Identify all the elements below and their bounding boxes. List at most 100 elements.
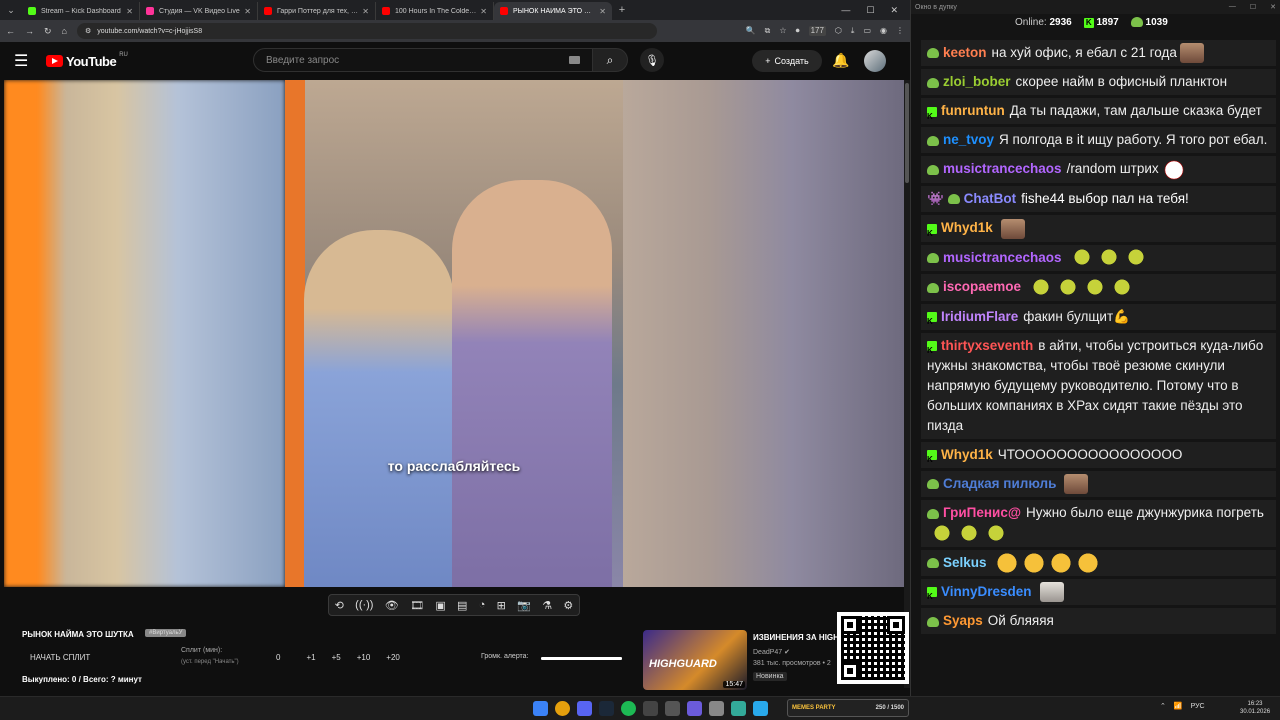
download-icon[interactable]: ⤓ — [851, 26, 855, 36]
plus-5-button[interactable]: +5 — [332, 653, 341, 662]
browser-tab[interactable]: Гарри Поттер для тех, кто вы… ✕ — [258, 2, 376, 20]
chat-username[interactable]: VinnyDresden — [941, 584, 1032, 599]
minimize-icon[interactable]: — — [841, 5, 850, 16]
recommended-channel[interactable]: DeadP47 ✔ — [753, 648, 790, 656]
app-icon[interactable] — [687, 701, 702, 716]
chrome-icon[interactable] — [555, 701, 570, 716]
browser-tab[interactable]: Stream – Kick Dashboard ✕ — [22, 2, 140, 20]
language-indicator[interactable]: РУС — [1191, 703, 1205, 710]
telegram-icon[interactable] — [753, 701, 768, 716]
alert-volume-slider[interactable] — [541, 657, 622, 660]
zoom-icon[interactable]: 🔍 — [746, 26, 756, 36]
tab-close-icon[interactable]: ✕ — [126, 7, 133, 16]
kick-badge-icon: K — [927, 587, 937, 601]
chat-username[interactable]: ChatBot — [964, 191, 1017, 206]
plus-1-button[interactable]: +1 — [306, 653, 315, 662]
browser-tab[interactable]: Студия — VK Видео Live ✕ — [140, 2, 258, 20]
chat-username[interactable]: musictrancechaos — [943, 250, 1062, 265]
recommended-title[interactable]: ИЗВИНЕНИЯ ЗА HIGH — [753, 633, 843, 642]
reload-icon[interactable]: ↻ — [44, 26, 52, 37]
screen-icon[interactable]: ▤ — [457, 599, 467, 612]
extensions-icon[interactable]: ⬡ — [835, 26, 842, 36]
bookmark-star-icon[interactable]: ☆ — [779, 26, 786, 36]
chat-username[interactable]: musictrancechaos — [943, 161, 1062, 176]
tab-close-icon[interactable]: ✕ — [362, 7, 369, 16]
audio-wave-icon[interactable]: ((·)) — [355, 599, 373, 611]
chat-username[interactable]: ne_tvoy — [943, 132, 994, 147]
maximize-icon[interactable]: ☐ — [1250, 3, 1256, 11]
tray-chevron-icon[interactable]: ⌃ — [1160, 702, 1166, 710]
tab-search-icon[interactable]: ⌄ — [0, 0, 22, 20]
add-clip-icon[interactable]: ⊞ — [497, 599, 506, 612]
new-tab-button[interactable]: + — [612, 4, 632, 16]
chat-username[interactable]: funruntun — [941, 103, 1005, 118]
split-icon[interactable]: ▭ — [863, 26, 871, 36]
create-button[interactable]: + Создать — [752, 50, 822, 72]
film-icon[interactable]: 🎞 — [410, 599, 424, 612]
spotify-icon[interactable] — [621, 701, 636, 716]
maximize-icon[interactable]: ☐ — [866, 5, 874, 16]
tab-close-icon[interactable]: ✕ — [599, 7, 606, 16]
browser-tab[interactable]: РЫНОК НАЙМА ЭТО ШУТ… ✕ — [494, 2, 612, 20]
youtube-logo[interactable]: YouTube RU — [46, 52, 128, 69]
settings-gear-icon[interactable]: ⚙ — [563, 599, 573, 612]
app-icon[interactable] — [709, 701, 724, 716]
cast-icon[interactable]: ⧉ — [765, 26, 771, 36]
recommended-thumbnail[interactable]: HIGHGUARD 15:47 — [643, 630, 747, 690]
chat-username[interactable]: zloi_bober — [943, 74, 1011, 89]
clock[interactable]: 16:23 30.01.2026 — [1240, 700, 1270, 716]
chat-username[interactable]: Whyd1k — [941, 220, 993, 235]
record-icon[interactable]: ⏺ — [796, 26, 800, 36]
chat-username[interactable]: Whyd1k — [941, 447, 993, 462]
chat-username[interactable]: Syaps — [943, 613, 983, 628]
chat-username[interactable]: Selkus — [943, 555, 987, 570]
video-player[interactable]: то расслабляйтесь — [4, 80, 904, 587]
chat-username[interactable]: Сладкая пилюль — [943, 476, 1056, 491]
loop-icon[interactable]: ⟲ — [335, 599, 344, 612]
url-field[interactable]: ⚙ youtube.com/watch?v=c-jHojjisS8 — [76, 23, 657, 39]
discord-icon[interactable] — [577, 701, 592, 716]
search-input[interactable]: Введите запрос — [253, 48, 593, 72]
keyboard-icon[interactable] — [569, 56, 580, 64]
chat-username[interactable]: iscopaemoe — [943, 279, 1021, 294]
avatar[interactable] — [864, 50, 886, 72]
picture-in-picture-icon[interactable]: ▣ — [435, 599, 445, 612]
close-icon[interactable]: ✕ — [890, 5, 898, 16]
site-info-icon[interactable]: ⚙ — [85, 27, 91, 35]
tab-close-icon[interactable]: ✕ — [480, 7, 487, 16]
app-icon[interactable] — [731, 701, 746, 716]
chat-username[interactable]: thirtyxseventh — [941, 338, 1033, 353]
plus-10-button[interactable]: +10 — [357, 653, 371, 662]
browser-tab[interactable]: 100 Hours In The Coldest City ✕ — [376, 2, 494, 20]
tab-close-icon[interactable]: ✕ — [244, 7, 251, 16]
search-button[interactable]: ⌕ — [592, 48, 628, 72]
scrollbar-thumb[interactable] — [905, 83, 909, 183]
chat-username[interactable]: IridiumFlare — [941, 309, 1018, 324]
app-icon[interactable] — [665, 701, 680, 716]
home-icon[interactable]: ⌂ — [62, 26, 67, 36]
menu-dots-icon[interactable]: ⋮ — [896, 26, 904, 36]
memes-party-widget[interactable]: MEMES PARTY 250 / 1500 — [787, 699, 909, 717]
profile-icon[interactable]: ◉ — [880, 26, 887, 36]
back-icon[interactable]: ← — [6, 26, 15, 36]
steam-icon[interactable] — [599, 701, 614, 716]
notifications-bell-icon[interactable]: 🔔 — [832, 52, 849, 69]
chat-username[interactable]: keeton — [943, 45, 987, 60]
eye-icon[interactable]: 👁 — [385, 599, 399, 612]
flask-icon[interactable]: ⚗ — [542, 599, 552, 612]
start-split-button[interactable]: НАЧАТЬ СПЛИТ — [30, 653, 90, 662]
camera-icon[interactable]: 📷 — [517, 599, 531, 612]
speed-icon[interactable]: ◔ — [479, 599, 486, 611]
network-icon[interactable]: 📶 — [1174, 702, 1183, 710]
voice-search-button[interactable]: 🎙 — [640, 48, 664, 72]
forward-icon[interactable]: → — [25, 26, 34, 36]
windows-start-icon[interactable] — [533, 701, 548, 716]
close-icon[interactable]: ✕ — [1270, 3, 1276, 11]
obs-icon[interactable] — [643, 701, 658, 716]
plus-20-button[interactable]: +20 — [386, 653, 400, 662]
minimize-icon[interactable]: — — [1229, 3, 1236, 11]
extension-badge[interactable]: 177 — [808, 26, 826, 36]
chat-username[interactable]: ГриПенис@ — [943, 505, 1021, 520]
hamburger-menu-icon[interactable]: ☰ — [14, 51, 38, 71]
chat-window-title: Окно в дупку — [915, 3, 957, 11]
